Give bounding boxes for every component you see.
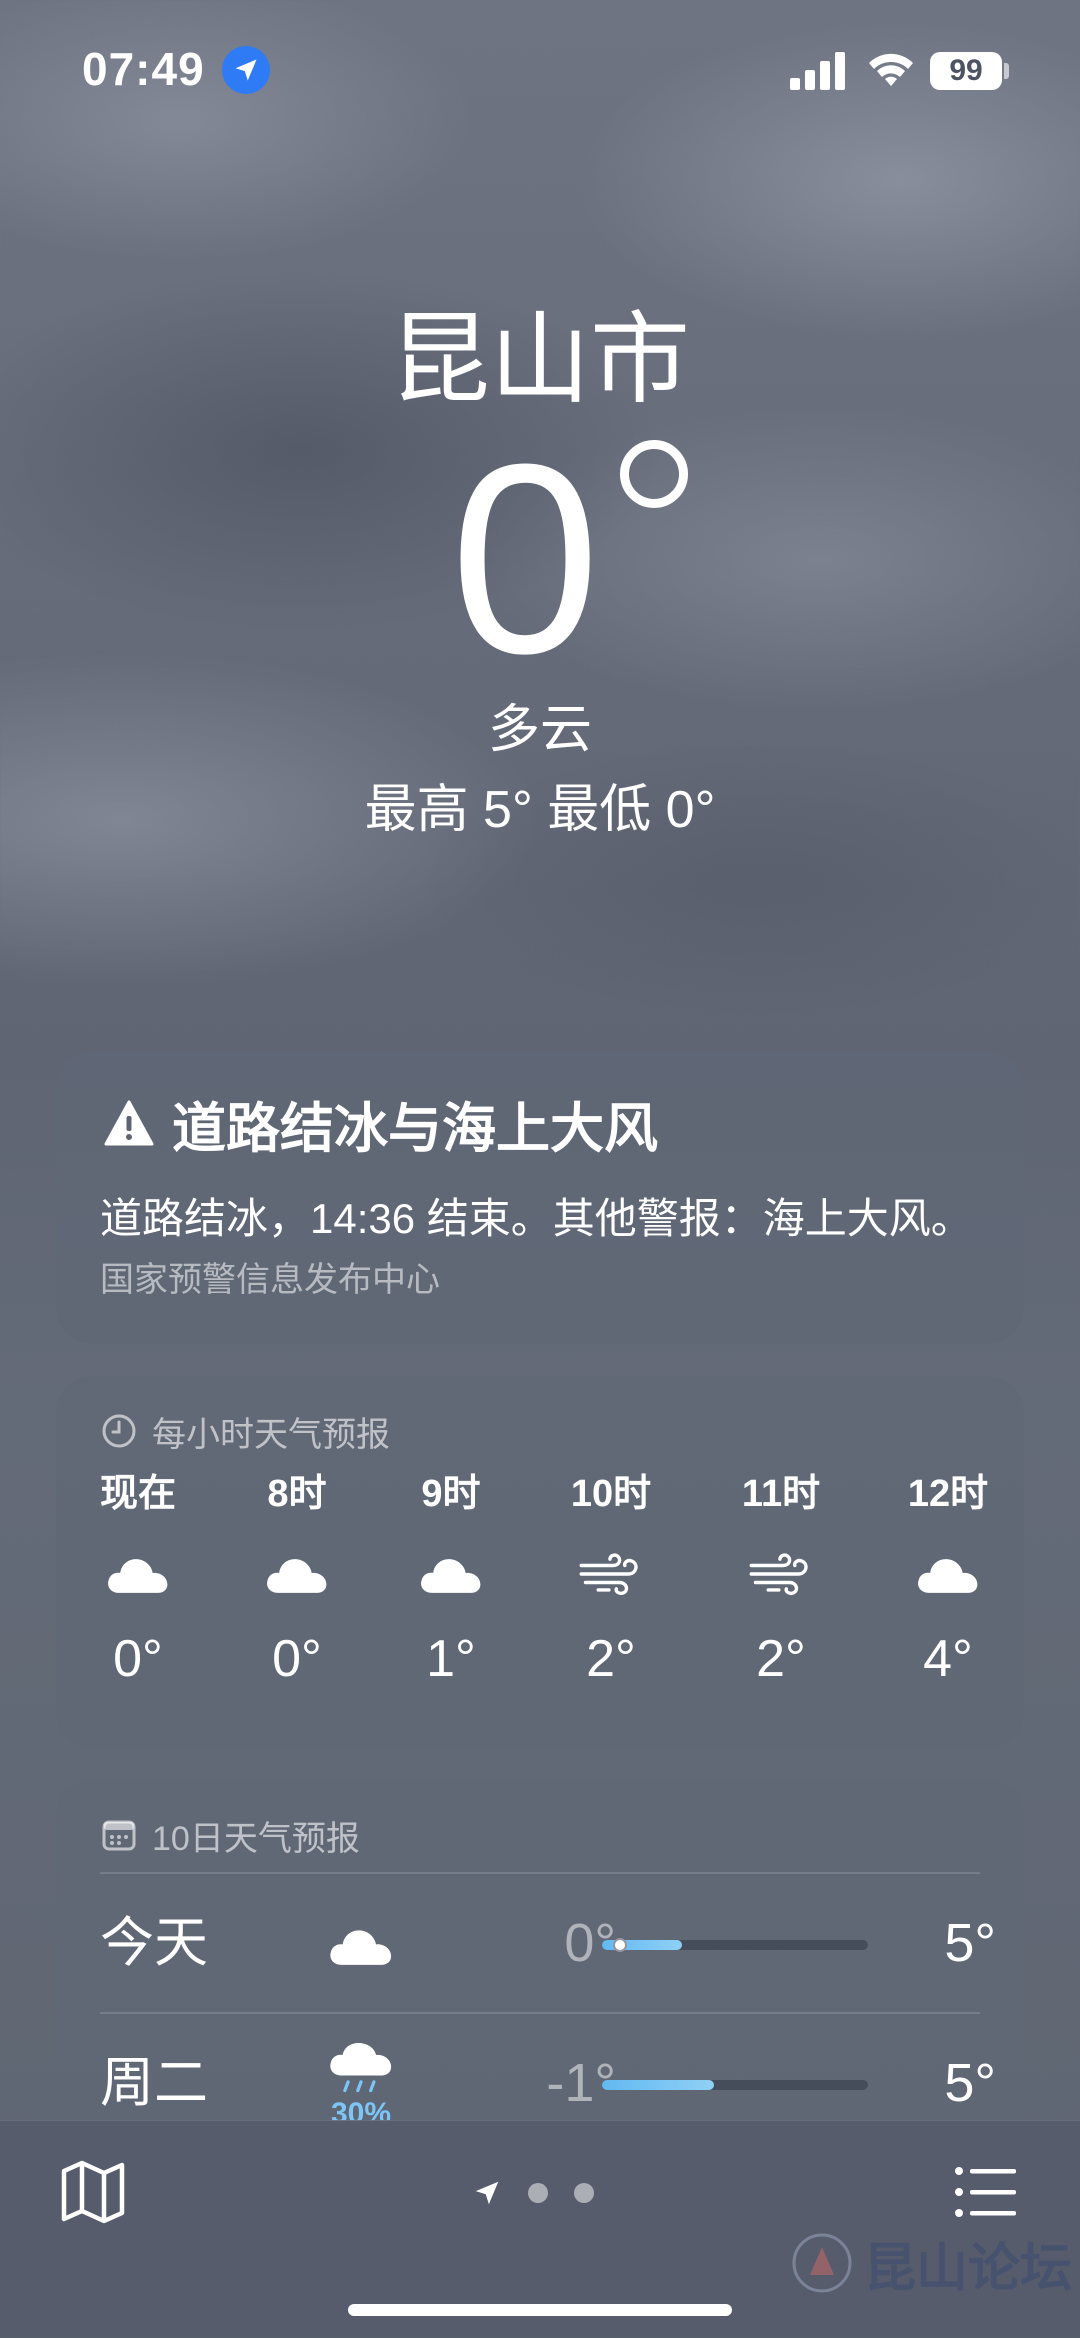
page-indicator[interactable] xyxy=(472,2173,594,2213)
current-temp-marker xyxy=(613,1938,627,1952)
daily-high: 5° xyxy=(944,2053,996,2113)
home-indicator[interactable] xyxy=(348,2304,732,2316)
status-time: 07:49 xyxy=(82,43,205,95)
location-arrow-icon xyxy=(222,46,270,94)
cloud-icon xyxy=(78,1524,198,1624)
hourly-temperature: 1° xyxy=(426,1630,476,1688)
hourly-time: 8时 xyxy=(267,1473,327,1515)
hourly-item: 9时 1° xyxy=(391,1464,511,1694)
current-location-arrow-icon[interactable] xyxy=(472,2178,502,2208)
hourly-header: 每小时天气预报 xyxy=(100,1406,390,1456)
current-temperature: 0 xyxy=(450,409,600,710)
city-name: 昆山市 xyxy=(390,304,690,416)
daily-high: 5° xyxy=(944,1913,996,1973)
map-icon[interactable] xyxy=(58,2155,128,2225)
daily-forecast-card[interactable]: 10日天气预报 今天 0° 5° 周二 30% -1° 5° xyxy=(56,1780,1024,2160)
temperature-range-bar xyxy=(602,2080,868,2090)
hourly-item: 11时 2° xyxy=(721,1464,841,1694)
calendar-icon xyxy=(102,1820,136,1851)
alert-source: 国家预警信息发布中心 xyxy=(100,1261,440,1299)
cloud-icon xyxy=(888,1524,1008,1624)
hourly-temperature: 2° xyxy=(586,1630,636,1688)
hourly-item: 10时 2° xyxy=(551,1464,671,1694)
hourly-time: 12时 xyxy=(907,1473,989,1515)
degree-symbol xyxy=(620,440,688,508)
hourly-header-label: 每小时天气预报 xyxy=(152,1415,390,1454)
hourly-forecast-card[interactable]: 每小时天气预报 现在 0° 8时 0° 9时 1° 10时 2° 11时 2° 12时 4° xyxy=(56,1376,1024,1748)
cloud-icon xyxy=(391,1524,511,1624)
hourly-temperature: 0° xyxy=(272,1630,322,1688)
daily-low: 0° xyxy=(564,1913,616,1973)
clock-icon xyxy=(102,1414,136,1448)
cloud-icon xyxy=(237,1524,357,1624)
cellular-signal-icon xyxy=(790,52,845,90)
alert-title-row: 道路结冰与海上大风 xyxy=(104,1086,658,1160)
temperature-range-bar xyxy=(602,1938,868,1952)
alert-title: 道路结冰与海上大风 xyxy=(172,1098,658,1159)
hourly-temperature: 0° xyxy=(113,1630,163,1688)
hourly-time: 现在 xyxy=(99,1473,176,1515)
weather-alert-card[interactable]: 道路结冰与海上大风 道路结冰，14:36 结束。其他警报：海上大风。 国家预警信… xyxy=(56,1052,1024,1344)
daily-day: 周二 xyxy=(100,2053,208,2113)
daily-row[interactable]: 今天 0° 5° xyxy=(56,1874,1024,2012)
hourly-temperature: 4° xyxy=(923,1630,973,1688)
city-list-icon[interactable] xyxy=(950,2157,1020,2227)
hourly-time: 9时 xyxy=(421,1473,481,1515)
cloud-icon xyxy=(306,1890,416,2000)
battery-indicator: 99 xyxy=(930,52,1002,90)
status-bar: 07:49 99 xyxy=(0,0,1080,140)
forum-watermark: 昆山论坛 xyxy=(790,2228,1072,2298)
daily-header-label: 10日天气预报 xyxy=(152,1819,360,1858)
alert-text: 道路结冰，14:36 结束。其他警报：海上大风。 xyxy=(100,1195,973,1242)
daily-header: 10日天气预报 xyxy=(100,1810,360,1860)
daily-low: -1° xyxy=(546,2053,616,2113)
hourly-item: 现在 0° xyxy=(78,1464,198,1694)
hourly-time: 10时 xyxy=(570,1473,652,1515)
weather-condition: 多云 xyxy=(487,701,592,759)
hourly-item: 12时 4° xyxy=(888,1464,1008,1694)
daily-day: 今天 xyxy=(100,1913,208,1973)
warning-icon xyxy=(104,1100,154,1146)
wind-icon xyxy=(551,1524,671,1624)
battery-tip xyxy=(1004,63,1009,79)
temperature-range-fill xyxy=(602,2080,714,2090)
wifi-icon xyxy=(869,53,913,86)
hourly-temperature: 2° xyxy=(756,1630,806,1688)
hourly-item: 8时 0° xyxy=(237,1464,357,1694)
page-dot[interactable] xyxy=(528,2183,548,2203)
high-low-temperature: 最高 5° 最低 0° xyxy=(364,781,716,839)
page-dot[interactable] xyxy=(574,2183,594,2203)
wind-icon xyxy=(721,1524,841,1624)
hourly-time: 11时 xyxy=(741,1473,821,1515)
watermark-text: 昆山论坛 xyxy=(864,2239,1073,2298)
watermark-logo-icon xyxy=(792,2233,852,2293)
